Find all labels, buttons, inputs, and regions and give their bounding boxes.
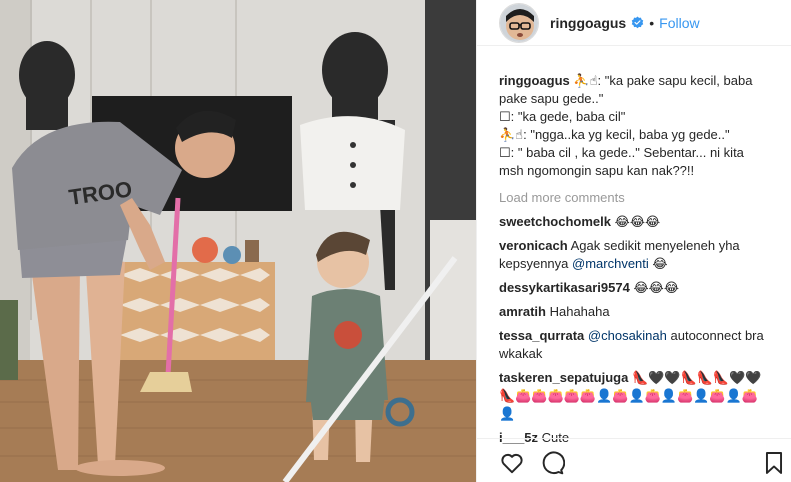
- heart-outline-icon[interactable]: [499, 450, 525, 476]
- header-separator-dot: •: [649, 14, 655, 31]
- comments-section: ringgoagus ⛹☝: "ka pake sapu kecil, baba…: [499, 72, 767, 447]
- comment-username[interactable]: veronicach: [499, 238, 568, 253]
- post-action-bar: [477, 438, 791, 482]
- comment-item: veronicach Agak sedikit menyeleneh yha k…: [499, 237, 767, 273]
- photo-illustration: TROO: [0, 0, 476, 482]
- post-author-username[interactable]: ringgoagus: [550, 15, 626, 31]
- follow-button[interactable]: Follow: [659, 15, 699, 31]
- verified-badge-icon: [631, 16, 644, 29]
- comment-text: 😂😂😂: [614, 214, 661, 229]
- comment-bubble-icon[interactable]: [539, 450, 566, 476]
- comment-item: taskeren_sepatujuga 👠🖤🖤👠👠👠🖤🖤👠👛👛👛👛👛👤👛👤👛👤👛…: [499, 369, 767, 423]
- comment-mention-link[interactable]: @marchventi: [572, 256, 649, 271]
- post-caption: ringgoagus ⛹☝: "ka pake sapu kecil, baba…: [499, 72, 767, 180]
- comment-text-tail: 😂: [652, 256, 668, 271]
- comment-item: amratih Hahahaha: [499, 303, 767, 321]
- post-side-panel: ringgoagus • Follow ringgoagus ⛹☝: "ka p…: [476, 0, 791, 482]
- caption-line: ringgoagus ⛹☝: "ka pake sapu kecil, baba…: [499, 72, 767, 108]
- avatar-image: [500, 3, 538, 42]
- caption-line: ⛹☝: "ngga..ka yg kecil, baba yg gede..": [499, 127, 730, 142]
- comment-username[interactable]: tessa_qurrata: [499, 328, 584, 343]
- comment-text: Hahahaha: [549, 304, 610, 319]
- comment-item: dessykartikasari9574 😂😂😂: [499, 279, 767, 297]
- post-header: ringgoagus • Follow: [477, 0, 791, 46]
- caption-username[interactable]: ringgoagus: [499, 73, 570, 88]
- comment-item: sweetchochomelk 😂😂😂: [499, 213, 767, 231]
- caption-line: ☐: " baba cil , ka gede.." Sebentar... n…: [499, 145, 744, 178]
- comment-username[interactable]: taskeren_sepatujuga: [499, 370, 628, 385]
- comment-text: 😂😂😂: [633, 280, 680, 295]
- comment-username[interactable]: amratih: [499, 304, 546, 319]
- load-more-comments-link[interactable]: Load more comments: [499, 189, 767, 207]
- post-photo[interactable]: TROO: [0, 0, 476, 482]
- caption-line: ☐: "ka gede, baba cil": [499, 109, 626, 124]
- comment-item: tessa_qurrata @chosakinah autoconnect br…: [499, 327, 767, 363]
- comment-username[interactable]: sweetchochomelk: [499, 214, 611, 229]
- comment-mention-link[interactable]: @chosakinah: [588, 328, 667, 343]
- comment-username[interactable]: dessykartikasari9574: [499, 280, 630, 295]
- avatar[interactable]: [499, 2, 539, 43]
- bookmark-icon[interactable]: [761, 450, 787, 476]
